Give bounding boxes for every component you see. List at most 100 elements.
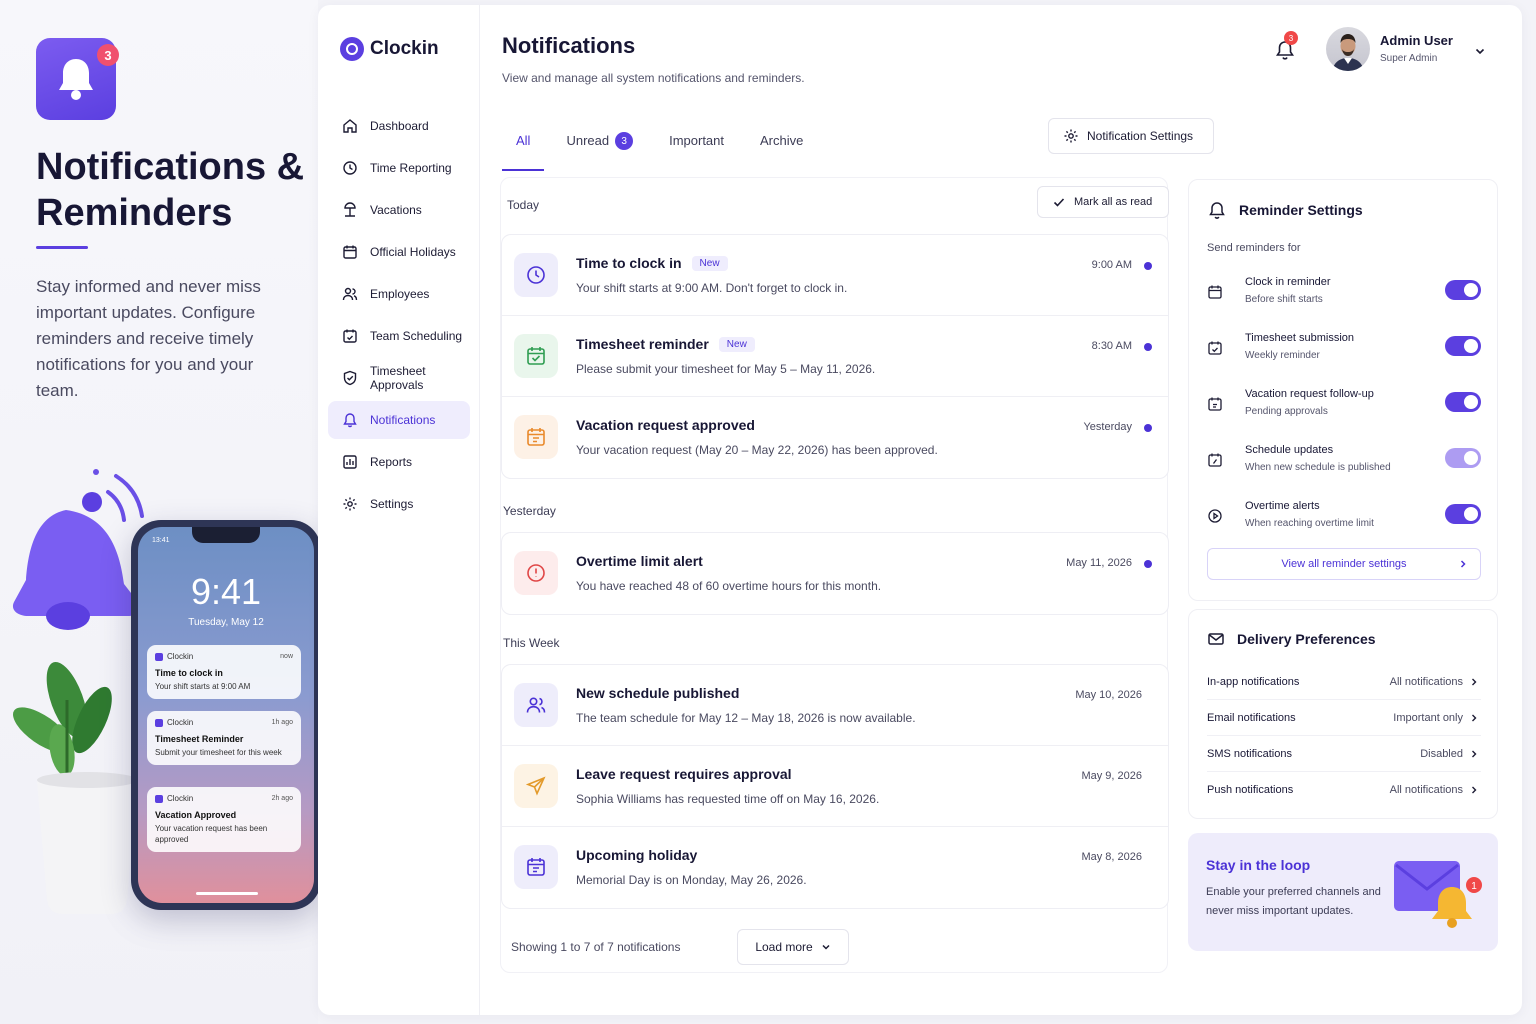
notification-title: Leave request requires approval xyxy=(576,766,792,782)
delivery-row-in-app[interactable]: In-app notifications All notifications xyxy=(1207,664,1481,700)
calendar-icon xyxy=(343,245,357,259)
tab-all[interactable]: All xyxy=(502,123,545,171)
notification-time: 8:30 AM xyxy=(1091,340,1132,352)
sidebar-item-timesheet-approvals[interactable]: Timesheet Approvals xyxy=(328,359,470,397)
phone-card-app: Clockin xyxy=(167,794,194,803)
user-avatar-icon xyxy=(1332,34,1364,71)
notification-body: You have reached 48 of 60 overtime hours… xyxy=(576,579,882,593)
phone-mockup: 13:41 9:41 Tuesday, May 12 Clockin now Ti… xyxy=(131,520,321,910)
notification-title: Upcoming holiday xyxy=(576,847,697,863)
notification-icon-tile xyxy=(514,415,558,459)
notification-body: Memorial Day is on Monday, May 26, 2026. xyxy=(576,873,807,887)
button-label: Mark all as read xyxy=(1074,196,1153,208)
phone-card-body: Submit your timesheet for this week xyxy=(155,748,282,757)
sidebar-item-label: Notifications xyxy=(370,413,436,427)
notification-item[interactable]: Timesheet reminder New Please submit your… xyxy=(502,316,1168,397)
sidebar-item-label: Employees xyxy=(370,287,430,301)
tab-unread[interactable]: Unread 3 xyxy=(552,123,647,171)
notification-item[interactable]: Vacation request approved Your vacation … xyxy=(502,397,1168,478)
reminder-row: Clock in reminder Before shift starts xyxy=(1207,276,1481,322)
overtime-alerts-toggle[interactable] xyxy=(1445,504,1481,524)
delivery-row-email[interactable]: Email notifications Important only xyxy=(1207,700,1481,736)
section-label-today: Today xyxy=(507,198,540,212)
notification-title: Timesheet reminder New xyxy=(576,336,755,352)
notification-title-text: Time to clock in xyxy=(576,255,682,271)
tab-archive[interactable]: Archive xyxy=(746,123,817,171)
reminder-desc: When new schedule is published xyxy=(1245,462,1391,473)
notification-time: May 11, 2026 xyxy=(1066,557,1132,569)
clockin-logo-icon xyxy=(340,37,364,61)
notification-item[interactable]: New schedule published The team schedule… xyxy=(502,665,1168,746)
sidebar-item-team-scheduling[interactable]: Team Scheduling xyxy=(328,317,470,355)
calendar-approved-icon xyxy=(527,428,545,446)
view-all-reminder-settings-button[interactable]: View all reminder settings xyxy=(1207,548,1481,580)
phone-clock: 9:41 xyxy=(190,571,262,612)
notification-time: May 9, 2026 xyxy=(1081,770,1142,782)
send-icon xyxy=(525,776,546,796)
notification-body: Your shift starts at 9:00 AM. Don't forg… xyxy=(576,281,848,295)
brand-logo[interactable]: Clockin xyxy=(340,37,439,61)
sidebar-item-reports[interactable]: Reports xyxy=(328,443,470,481)
sidebar-item-label: Time Reporting xyxy=(370,161,452,175)
panel-subtitle: Send reminders for xyxy=(1207,242,1301,254)
chevron-down-icon[interactable] xyxy=(1474,45,1486,57)
clock-in-reminder-toggle[interactable] xyxy=(1445,280,1481,300)
sidebar-item-time-reporting[interactable]: Time Reporting xyxy=(328,149,470,187)
bell-icon xyxy=(59,59,93,100)
brand-name: Clockin xyxy=(370,38,439,59)
notification-item[interactable]: Upcoming holiday Memorial Day is on Mond… xyxy=(502,827,1168,908)
notification-item[interactable]: Leave request requires approval Sophia W… xyxy=(502,746,1168,827)
sidebar-item-label: Settings xyxy=(370,497,414,511)
sidebar-item-official-holidays[interactable]: Official Holidays xyxy=(328,233,470,271)
avatar[interactable] xyxy=(1326,27,1370,71)
yesterday-group: Overtime limit alert You have reached 48… xyxy=(501,532,1169,615)
notification-icon-tile xyxy=(514,551,558,595)
sidebar: Clockin Dashboard Time Reporting Vacatio… xyxy=(318,5,480,1015)
notification-title-text: Overtime limit alert xyxy=(576,553,703,569)
notification-title-text: Leave request requires approval xyxy=(576,766,792,782)
sidebar-item-vacations[interactable]: Vacations xyxy=(328,191,470,229)
notification-title-text: New schedule published xyxy=(576,685,740,701)
notification-time: 9:00 AM xyxy=(1091,259,1132,271)
timesheet-submission-toggle[interactable] xyxy=(1445,336,1481,356)
tab-important[interactable]: Important xyxy=(655,123,738,171)
chevron-right-icon xyxy=(1472,750,1477,758)
phone-card-body: Your shift starts at 9:00 AM xyxy=(155,682,251,691)
delivery-row-push[interactable]: Push notifications All notifications xyxy=(1207,772,1481,808)
button-label: Load more xyxy=(755,940,813,954)
notification-item[interactable]: Overtime limit alert You have reached 48… xyxy=(502,533,1168,614)
vacation-follow-up-toggle[interactable] xyxy=(1445,392,1481,412)
notification-time: Yesterday xyxy=(1083,421,1132,433)
load-more-button[interactable]: Load more xyxy=(737,929,849,965)
new-badge: New xyxy=(691,255,728,271)
unread-dot xyxy=(1144,262,1152,270)
reminder-title: Schedule updates xyxy=(1245,444,1334,456)
today-group: Time to clock in New Your shift starts at… xyxy=(501,234,1169,479)
calendar-icon xyxy=(1208,285,1222,299)
panel-title-text: Reminder Settings xyxy=(1239,202,1363,218)
gear-icon xyxy=(1064,129,1078,143)
delivery-row-sms[interactable]: SMS notifications Disabled xyxy=(1207,736,1481,772)
sidebar-item-employees[interactable]: Employees xyxy=(328,275,470,313)
chart-icon xyxy=(343,455,357,469)
mark-all-read-button[interactable]: Mark all as read xyxy=(1037,186,1169,218)
schedule-updates-toggle[interactable] xyxy=(1445,448,1481,468)
notification-title: Vacation request approved xyxy=(576,417,755,433)
unread-dot xyxy=(1144,343,1152,351)
plant-illustration-icon xyxy=(13,662,137,914)
notification-title: Time to clock in New xyxy=(576,255,728,271)
promo-title: Notifications & Reminders xyxy=(36,146,305,234)
notification-settings-button[interactable]: Notification Settings xyxy=(1048,118,1214,154)
tab-label: Important xyxy=(669,133,725,148)
sidebar-item-settings[interactable]: Settings xyxy=(328,485,470,523)
sidebar-item-notifications[interactable]: Notifications xyxy=(328,401,470,439)
mail-icon xyxy=(1208,633,1224,645)
envelope-bell-illustration-icon: 1 xyxy=(1394,861,1482,928)
notification-tabs: All Unread 3 Important Archive xyxy=(502,123,825,171)
sidebar-item-label: Official Holidays xyxy=(370,245,456,259)
bell-icon xyxy=(343,413,357,428)
tab-label: All xyxy=(516,133,531,148)
notification-item[interactable]: Time to clock in New Your shift starts at… xyxy=(502,235,1168,316)
reminder-title: Clock in reminder xyxy=(1245,276,1331,288)
sidebar-item-dashboard[interactable]: Dashboard xyxy=(328,107,470,145)
